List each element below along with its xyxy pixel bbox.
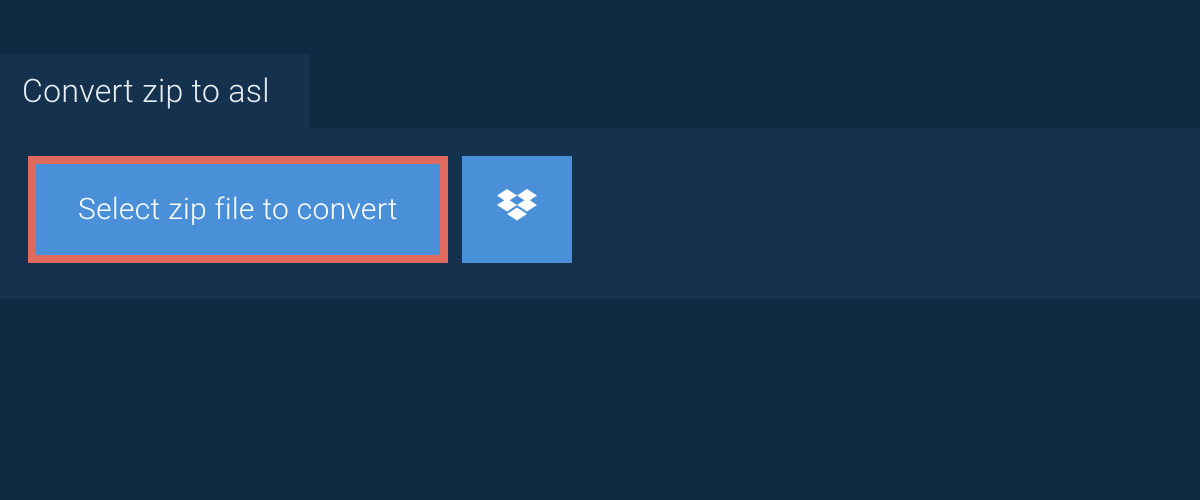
tab-header: Convert zip to asl [0, 54, 310, 128]
dropbox-icon [497, 189, 537, 231]
tab-title: Convert zip to asl [22, 72, 270, 110]
select-file-label: Select zip file to convert [78, 192, 398, 227]
main-panel: Select zip file to convert [0, 128, 1200, 299]
button-row: Select zip file to convert [28, 156, 1172, 263]
dropbox-button[interactable] [462, 156, 572, 263]
select-file-button[interactable]: Select zip file to convert [28, 156, 448, 263]
